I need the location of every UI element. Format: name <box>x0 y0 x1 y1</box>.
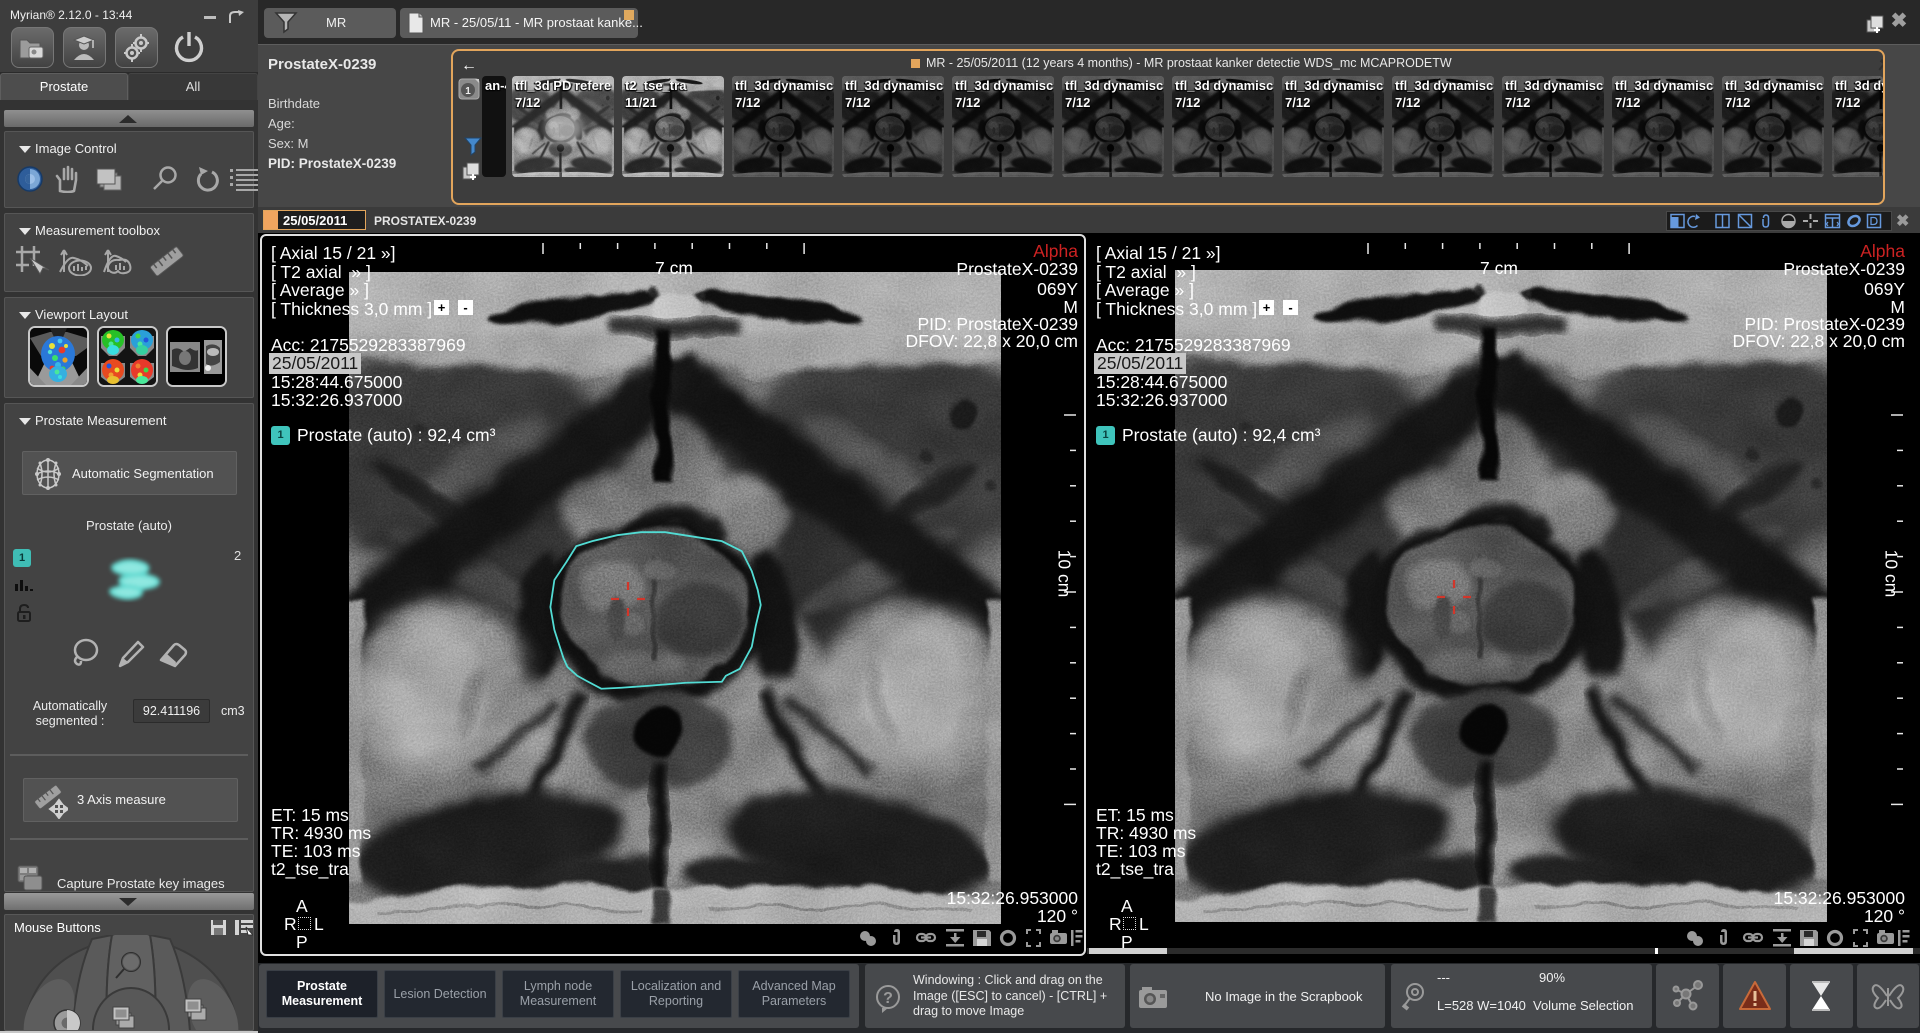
svg-text:?: ? <box>883 990 893 1007</box>
svg-text:1: 1 <box>465 86 471 97</box>
